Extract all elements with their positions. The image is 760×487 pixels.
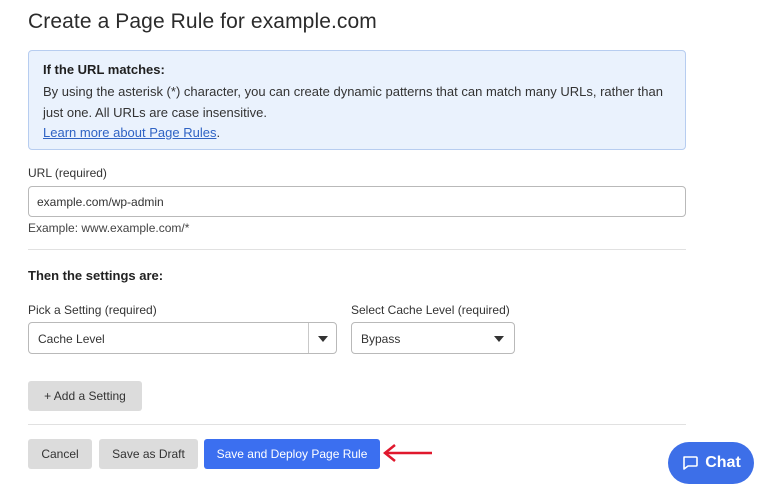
chevron-down-icon — [494, 336, 504, 342]
setting-select[interactable]: Cache Level — [28, 322, 337, 354]
learn-more-link[interactable]: Learn more about Page Rules — [43, 125, 216, 140]
setting-label: Pick a Setting (required) — [28, 303, 157, 317]
url-match-info-box: If the URL matches: By using the asteris… — [28, 50, 686, 150]
info-heading: If the URL matches: — [43, 62, 165, 77]
chat-bubble-icon — [683, 456, 699, 470]
chat-button[interactable]: Chat — [668, 442, 754, 484]
url-label: URL (required) — [28, 166, 107, 180]
setting-select-toggle[interactable] — [308, 323, 336, 353]
settings-heading: Then the settings are: — [28, 268, 164, 283]
cache-level-select-value: Bypass — [361, 332, 401, 346]
chevron-down-icon — [318, 336, 328, 342]
actions-divider — [28, 424, 686, 425]
chat-label: Chat — [705, 454, 741, 471]
link-suffix: . — [216, 125, 221, 140]
annotation-arrow-icon — [382, 444, 432, 462]
url-input[interactable] — [28, 186, 686, 217]
save-deploy-button[interactable]: Save and Deploy Page Rule — [204, 439, 380, 469]
setting-select-value: Cache Level — [38, 332, 105, 346]
url-hint: Example: www.example.com/* — [28, 221, 190, 235]
page-title: Create a Page Rule for example.com — [28, 10, 377, 33]
save-draft-button[interactable]: Save as Draft — [99, 439, 198, 469]
cache-level-select[interactable]: Bypass — [351, 322, 515, 354]
info-text: By using the asterisk (*) character, you… — [43, 84, 663, 120]
section-divider — [28, 249, 686, 250]
add-setting-button[interactable]: + Add a Setting — [28, 381, 142, 411]
cancel-button[interactable]: Cancel — [28, 439, 92, 469]
cache-level-label: Select Cache Level (required) — [351, 303, 510, 317]
